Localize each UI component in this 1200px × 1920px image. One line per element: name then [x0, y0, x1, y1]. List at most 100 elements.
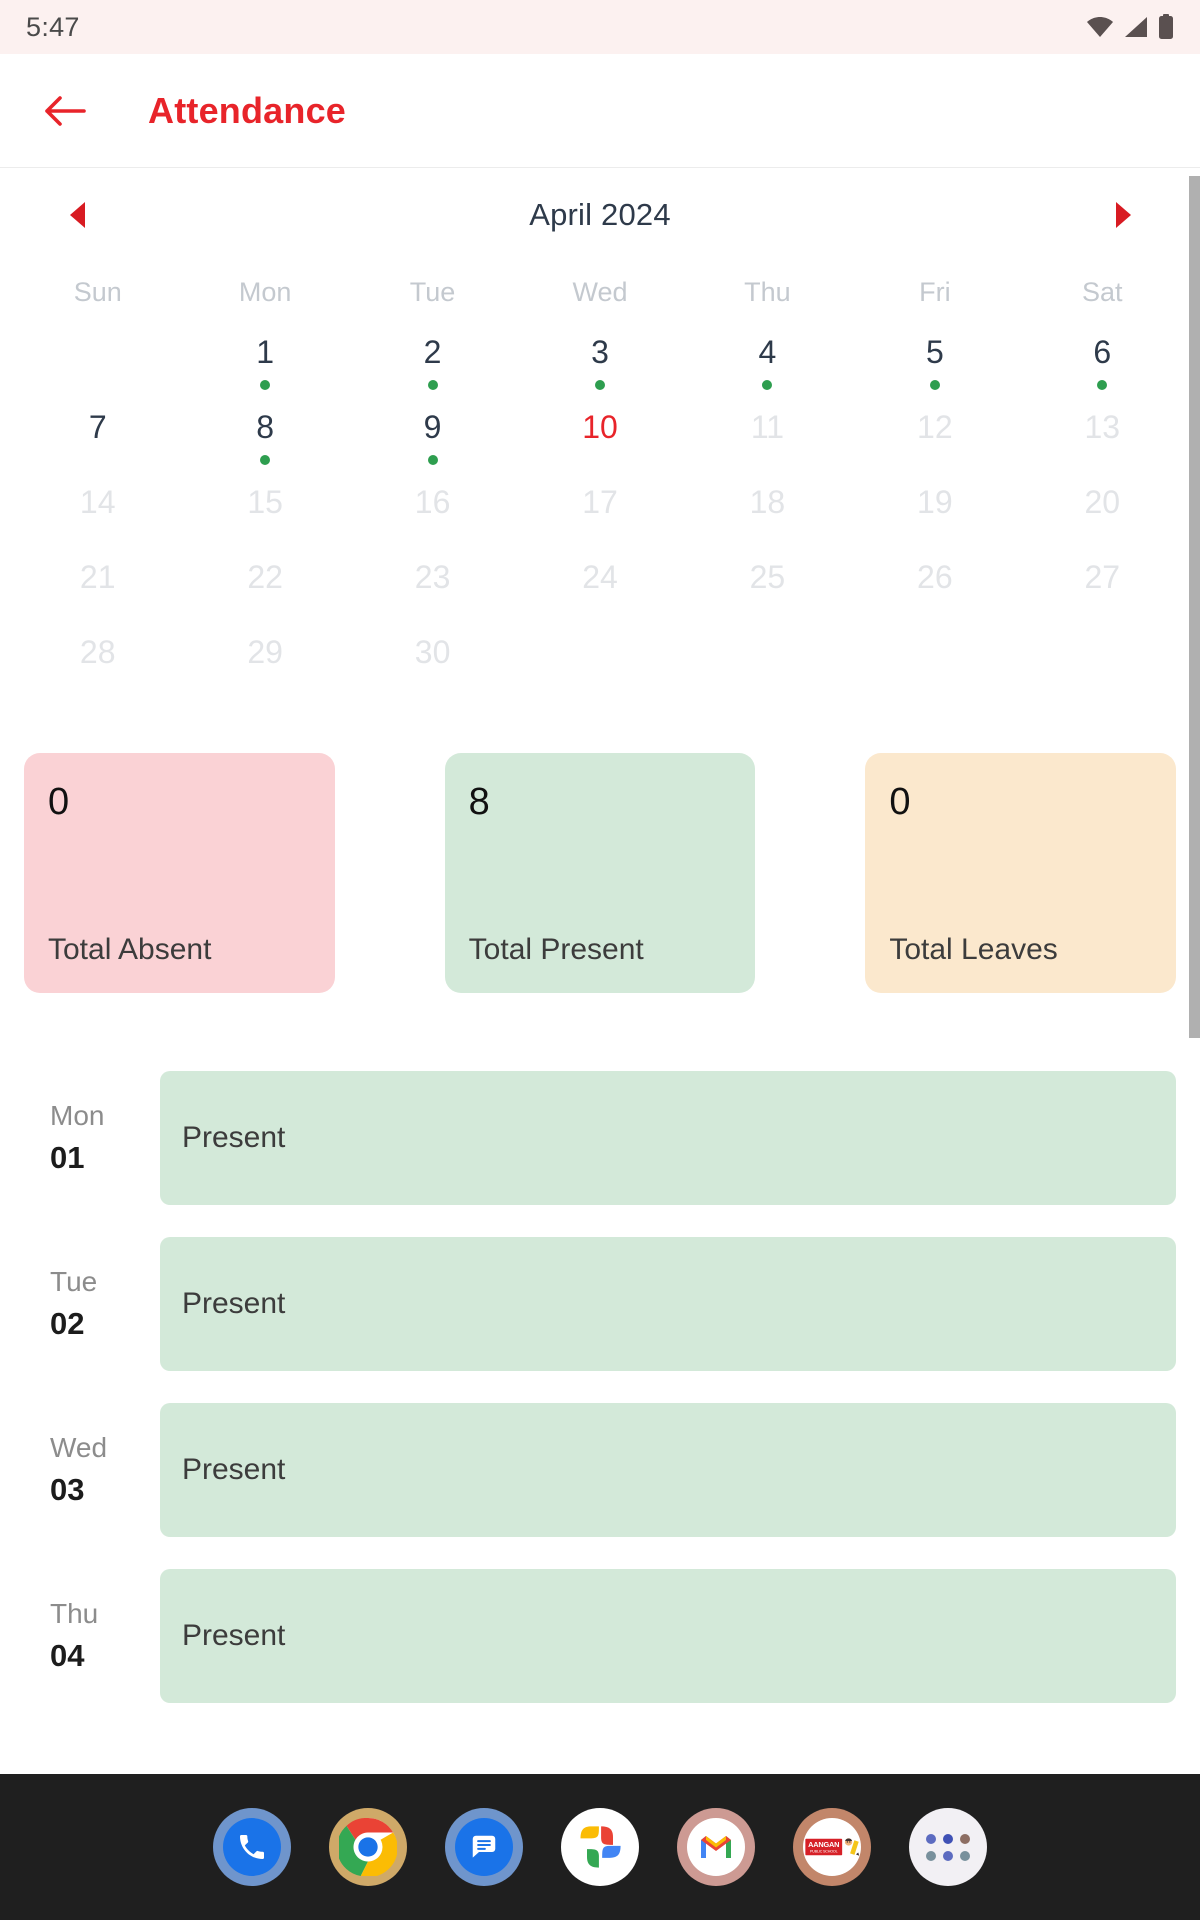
- calendar-day-empty: [851, 626, 1018, 701]
- aangan-school-app-icon[interactable]: AANGAN PUBLIC SCHOOL: [793, 1808, 871, 1886]
- calendar-day-16[interactable]: 16: [349, 476, 516, 551]
- calendar-day-13[interactable]: 13: [1019, 401, 1186, 476]
- attendance-summary-cards: 0 Total Absent 8 Total Present 0 Total Leaves: [0, 753, 1200, 993]
- calendar-day-21[interactable]: 21: [14, 551, 181, 626]
- summary-card-value: 0: [889, 781, 911, 823]
- attendance-row: Thu 04 Present: [24, 1569, 1176, 1703]
- messages-glyph-icon: [472, 1835, 496, 1858]
- calendar-day-number: 5: [925, 334, 944, 370]
- calendar-day-empty: [14, 326, 181, 401]
- calendar-grid: Sun Mon Tue Wed Thu Fri Sat 1 2 3 4 5 6 7 8 9 10 11 12 13 1…: [0, 258, 1200, 701]
- photos-app-icon[interactable]: [561, 1808, 639, 1886]
- summary-card-leaves[interactable]: 0 Total Leaves: [865, 753, 1177, 993]
- calendar-day-30[interactable]: 30: [349, 626, 516, 701]
- vertical-scrollbar[interactable]: [1189, 176, 1200, 1038]
- summary-card-present[interactable]: 8 Total Present: [444, 753, 756, 993]
- status-bar-clock: 5:47: [26, 11, 80, 42]
- attendance-status-pill[interactable]: Present: [160, 1071, 1176, 1205]
- prev-month-button[interactable]: [56, 194, 98, 236]
- attendance-row: Mon 01 Present: [24, 1071, 1176, 1205]
- calendar-day-1[interactable]: 1: [181, 326, 348, 401]
- calendar-day-10[interactable]: 10: [516, 401, 683, 476]
- calendar-day-25[interactable]: 25: [684, 551, 851, 626]
- calendar-weekday-sat: Sat: [1082, 276, 1123, 307]
- summary-card-label: Total Present: [468, 933, 644, 966]
- calendar-day-4[interactable]: 4: [684, 326, 851, 401]
- calendar-weekday-wed: Wed: [572, 276, 628, 307]
- messages-app-icon[interactable]: [445, 1808, 523, 1886]
- calendar-day-9[interactable]: 9: [349, 401, 516, 476]
- calendar-day-26[interactable]: 26: [851, 551, 1018, 626]
- summary-card-label: Total Leaves: [889, 933, 1058, 966]
- calendar-day-19[interactable]: 19: [851, 476, 1018, 551]
- calendar-day-number: 25: [749, 559, 786, 595]
- calendar-day-number: 1: [256, 334, 275, 370]
- gmail-glyph-icon: [701, 1836, 731, 1858]
- calendar-day-23[interactable]: 23: [349, 551, 516, 626]
- battery-icon: [1159, 14, 1173, 39]
- app-drawer-icon[interactable]: [909, 1808, 987, 1886]
- attendance-row-weekday: Mon: [50, 1100, 105, 1131]
- calendar-day-14[interactable]: 14: [14, 476, 181, 551]
- calendar-day-number: 29: [247, 634, 283, 670]
- attendance-status-pill[interactable]: Present: [160, 1237, 1176, 1371]
- signal-icon: [1125, 17, 1147, 37]
- attendance-row: Tue 02 Present: [24, 1237, 1176, 1371]
- attendance-row-day: 02: [50, 1306, 85, 1341]
- attendance-present-dot: [260, 380, 271, 390]
- calendar-weeks: 1 2 3 4 5 6 7 8 9 10 11 12 13 14 15 16 17 18 19 20 21 22 23 24 2…: [14, 326, 1186, 701]
- calendar-day-18[interactable]: 18: [684, 476, 851, 551]
- calendar-day-15[interactable]: 15: [181, 476, 348, 551]
- calendar-day-2[interactable]: 2: [349, 326, 516, 401]
- attendance-status-pill[interactable]: Present: [160, 1569, 1176, 1703]
- calendar-day-8[interactable]: 8: [181, 401, 348, 476]
- calendar-day-number: 21: [79, 559, 116, 595]
- calendar-day-20[interactable]: 20: [1019, 476, 1186, 551]
- chrome-app-icon[interactable]: [329, 1808, 407, 1886]
- calendar-day-number: 10: [582, 409, 618, 445]
- school-subtitle: PUBLIC SCHOOL: [809, 1848, 838, 1854]
- calendar-day-29[interactable]: 29: [181, 626, 348, 701]
- calendar-day-empty: [516, 626, 683, 701]
- photos-glyph-icon: [580, 1826, 621, 1868]
- calendar-week-row: 21 22 23 24 25 26 27: [14, 551, 1186, 626]
- chevron-left-icon: [69, 202, 85, 228]
- calendar-day-number: 7: [88, 409, 107, 445]
- calendar-weekday-fri: Fri: [919, 276, 951, 307]
- scroll-content[interactable]: April 2024 Sun Mon Tue Wed Thu Fri Sat 1234567…: [0, 168, 1200, 1920]
- calendar-day-3[interactable]: 3: [516, 326, 683, 401]
- attendance-status-text: Present: [182, 1453, 286, 1486]
- calendar-day-12[interactable]: 12: [851, 401, 1018, 476]
- attendance-list: Mon 01 Present Tue 02 Present Wed 03 Present Thu 0…: [0, 1071, 1200, 1703]
- calendar-day-17[interactable]: 17: [516, 476, 683, 551]
- attendance-present-dot: [929, 380, 940, 390]
- calendar-day-number: 30: [414, 634, 451, 670]
- calendar-day-22[interactable]: 22: [181, 551, 348, 626]
- back-arrow-icon: [45, 95, 86, 126]
- calendar-day-27[interactable]: 27: [1019, 551, 1186, 626]
- attendance-row-date: Thu 04: [24, 1596, 160, 1676]
- back-button[interactable]: [36, 82, 94, 140]
- attendance-row-day: 03: [50, 1472, 85, 1507]
- calendar-day-11[interactable]: 11: [684, 401, 851, 476]
- attendance-row: Wed 03 Present: [24, 1403, 1176, 1537]
- calendar-day-empty: [1019, 626, 1186, 701]
- calendar-day-6[interactable]: 6: [1019, 326, 1186, 401]
- attendance-present-dot: [427, 455, 438, 465]
- calendar-day-5[interactable]: 5: [851, 326, 1018, 401]
- calendar-day-7[interactable]: 7: [14, 401, 181, 476]
- calendar-day-28[interactable]: 28: [14, 626, 181, 701]
- calendar-day-number: 8: [256, 409, 275, 445]
- calendar-day-number: 16: [414, 484, 451, 520]
- phone-app-icon[interactable]: [213, 1808, 291, 1886]
- summary-card-absent[interactable]: 0 Total Absent: [24, 753, 335, 993]
- attendance-row-day: 01: [50, 1140, 85, 1175]
- next-month-button[interactable]: [1102, 194, 1144, 236]
- attendance-status-pill[interactable]: Present: [160, 1403, 1176, 1537]
- attendance-present-dot: [260, 455, 271, 465]
- calendar-day-number: 22: [247, 559, 283, 595]
- summary-card-value: 8: [468, 781, 490, 823]
- calendar-day-24[interactable]: 24: [516, 551, 683, 626]
- gmail-app-icon[interactable]: [677, 1808, 755, 1886]
- calendar-week-row: 7 8 9 10 11 12 13: [14, 401, 1186, 476]
